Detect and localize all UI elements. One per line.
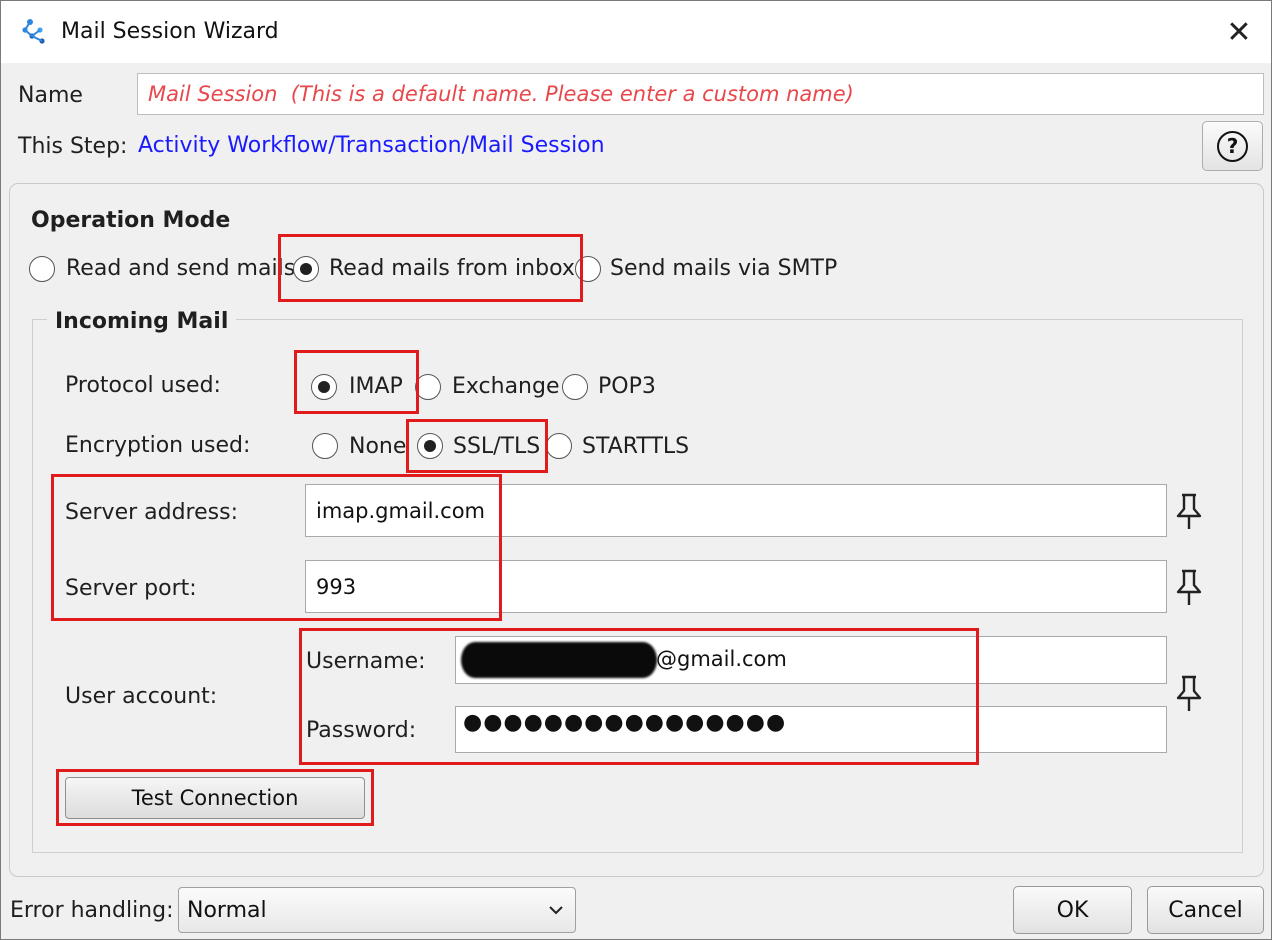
radio-encryption-none[interactable]	[312, 433, 338, 459]
radio-protocol-pop3-label: POP3	[598, 374, 656, 399]
mail-session-wizard-window: Mail Session Wizard ✕ Name This Step: Ac…	[0, 0, 1272, 940]
user-account-label: User account:	[65, 684, 218, 709]
server-address-label: Server address:	[65, 500, 238, 525]
radio-encryption-starttls[interactable]	[546, 433, 572, 459]
radio-encryption-ssl[interactable]	[417, 433, 443, 459]
wizard-logo-icon	[22, 19, 45, 44]
title-bar: Mail Session Wizard ✕	[1, 1, 1271, 63]
radio-read-from-inbox[interactable]	[293, 256, 319, 282]
name-label: Name	[18, 83, 83, 108]
ok-button[interactable]: OK	[1013, 886, 1132, 934]
radio-read-from-inbox-label: Read mails from inbox	[329, 256, 575, 281]
radio-read-and-send-label: Read and send mails	[66, 256, 296, 281]
error-handling-label: Error handling:	[10, 898, 174, 923]
pin-icon[interactable]	[1174, 674, 1204, 714]
operation-mode-title: Operation Mode	[31, 208, 231, 233]
radio-protocol-exchange[interactable]	[415, 374, 441, 400]
radio-encryption-ssl-label: SSL/TLS	[453, 434, 541, 459]
pin-icon[interactable]	[1174, 492, 1204, 532]
password-label: Password:	[306, 718, 417, 743]
radio-protocol-exchange-label: Exchange	[452, 374, 560, 399]
help-button[interactable]: ?	[1202, 121, 1263, 171]
password-mask: ●●●●●●●●●●●●●●●●	[463, 710, 787, 735]
username-domain: @gmail.com	[656, 647, 787, 671]
redacted-username	[461, 642, 657, 678]
server-port-field[interactable]	[305, 560, 1167, 613]
protocol-label: Protocol used:	[65, 373, 221, 398]
radio-encryption-starttls-label: STARTTLS	[582, 434, 690, 459]
error-handling-select[interactable]: Normal	[178, 887, 576, 933]
radio-send-smtp-label: Send mails via SMTP	[610, 256, 838, 281]
close-icon[interactable]: ✕	[1219, 13, 1259, 53]
radio-protocol-pop3[interactable]	[562, 374, 588, 400]
pin-icon[interactable]	[1174, 568, 1204, 608]
incoming-mail-title: Incoming Mail	[47, 309, 237, 334]
server-port-label: Server port:	[65, 576, 197, 601]
name-input[interactable]	[137, 73, 1264, 115]
radio-protocol-imap-label: IMAP	[349, 374, 403, 399]
this-step-label: This Step:	[18, 134, 128, 159]
error-handling-value: Normal	[187, 898, 267, 923]
radio-read-and-send[interactable]	[29, 256, 55, 282]
encryption-label: Encryption used:	[65, 433, 251, 458]
radio-protocol-imap[interactable]	[311, 374, 337, 400]
radio-encryption-none-label: None	[349, 434, 407, 459]
step-path-link[interactable]: Activity Workflow/Transaction/Mail Sessi…	[138, 133, 605, 158]
cancel-button[interactable]: Cancel	[1147, 886, 1264, 934]
chevron-down-icon	[549, 906, 563, 915]
radio-send-smtp[interactable]	[575, 256, 601, 282]
window-title: Mail Session Wizard	[61, 19, 279, 44]
test-connection-button[interactable]: Test Connection	[65, 777, 365, 819]
server-address-field[interactable]	[305, 484, 1167, 537]
help-icon: ?	[1217, 131, 1248, 162]
username-label: Username:	[306, 649, 426, 674]
